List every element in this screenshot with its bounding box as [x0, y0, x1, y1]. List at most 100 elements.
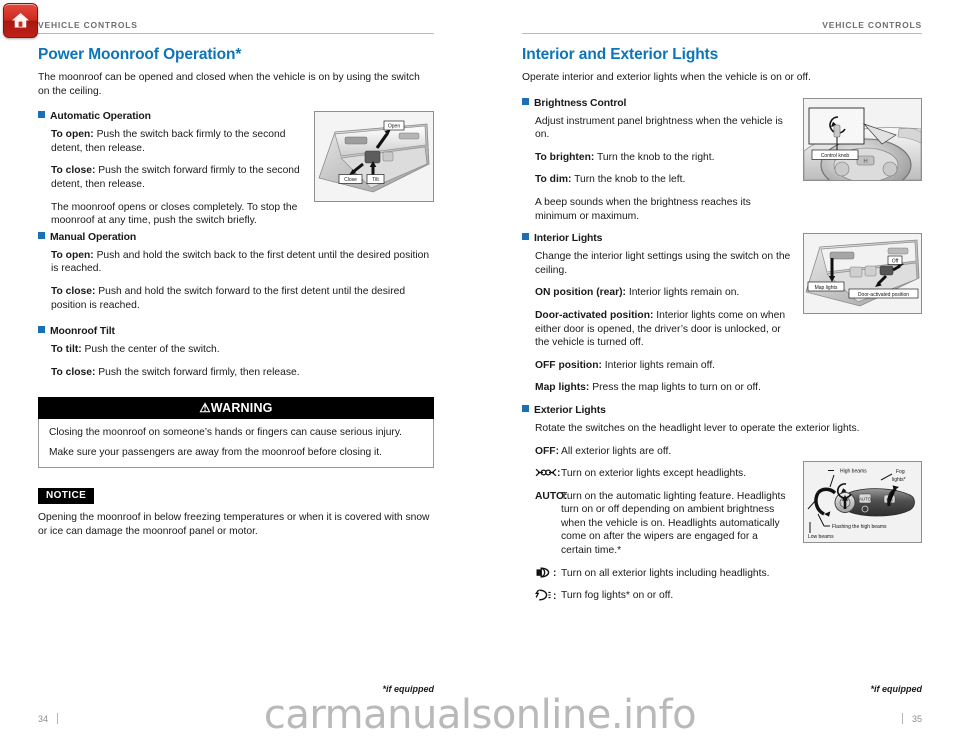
fog-light-icon: :: [534, 589, 561, 604]
running-head-right-text: VEHICLE CONTROLS: [822, 20, 922, 30]
lead-in-label: To brighten:: [535, 151, 595, 163]
paragraph-text: Change the interior light settings using…: [535, 251, 791, 276]
item-text: Turn on the automatic lighting feature. …: [561, 490, 786, 557]
exterior-light-item: OFF: All exterior lights are off.: [535, 445, 791, 459]
header-rule-right: [522, 33, 922, 34]
lead-in-label: To close:: [51, 165, 96, 177]
square-bullet-icon: [38, 231, 45, 239]
paragraph: To tilt: Push the center of the switch.: [51, 343, 434, 357]
headlight-icon: :: [535, 566, 561, 581]
warning-line: Make sure your passengers are away from …: [49, 446, 382, 458]
paragraph-text: A beep sounds when the brightness reache…: [535, 196, 751, 222]
running-head-left-text: VEHICLE CONTROLS: [38, 20, 138, 30]
brightness-control-illustration: H Control knob: [803, 97, 922, 181]
notice-text: Opening the moonroof in below freezing t…: [38, 512, 430, 537]
paragraph: To close: Push and hold the switch forwa…: [51, 285, 434, 312]
moonroof-switch-illustration: Open Close Tilt: [314, 111, 434, 203]
notice-tag: NOTICE: [38, 488, 95, 505]
exterior-lights-block: Exterior Lights Rotate the switches on t…: [522, 404, 922, 604]
subsection-exterior-lights: Exterior Lights: [522, 404, 922, 416]
svg-text:AUTO: AUTO: [859, 496, 872, 501]
paragraph: To dim: Turn the knob to the left.: [535, 173, 791, 187]
svg-text:Tilt: Tilt: [372, 177, 379, 183]
folio-divider: [57, 713, 59, 724]
item-text: Turn fog lights* on or off.: [561, 590, 674, 602]
header-rule-left: [38, 33, 434, 34]
lead-in-label: OFF position:: [535, 359, 602, 371]
square-bullet-icon: [38, 111, 45, 119]
footnote-left: *if equipped: [382, 684, 435, 694]
lead-in-label: To dim:: [535, 174, 572, 186]
svg-text:Low beams: Low beams: [808, 534, 834, 540]
manual-operation-block: Manual Operation To open: Push and hold …: [38, 231, 434, 312]
folio-left: 34: [38, 713, 59, 724]
page-spread: VEHICLE CONTROLS Power Moonroof Operatio…: [0, 0, 960, 738]
page-title-left: Power Moonroof Operation*: [38, 46, 242, 63]
lead-in-label: ON position (rear):: [535, 287, 626, 299]
lead-in-label: To close:: [51, 285, 96, 297]
subsection-manual-operation: Manual Operation: [38, 231, 434, 243]
paragraph-text: The moonroof opens or closes completely.…: [51, 201, 298, 227]
subsection-automatic-operation: Automatic Operation: [38, 111, 302, 122]
paragraph: Rotate the switches on the headlight lev…: [535, 422, 860, 434]
exterior-lights-list-row: OFF: All exterior lights are off.: Turn…: [535, 445, 922, 567]
exterior-light-item: : Turn on all exterior lights including …: [535, 566, 922, 581]
lead-in-label: To tilt:: [51, 344, 82, 356]
notice-box: NOTICE Opening the moonroof in below fre…: [38, 485, 434, 538]
svg-text:Open: Open: [388, 124, 400, 130]
warning-body: Closing the moonroof on someone’s hands …: [38, 419, 434, 469]
page-title-right: Interior and Exterior Lights: [522, 46, 719, 63]
paragraph: OFF position: Interior lights remain off…: [535, 359, 791, 373]
svg-text:Close: Close: [344, 177, 357, 183]
subsection-label: Exterior Lights: [534, 404, 606, 416]
paragraph: ON position (rear): Interior lights rema…: [535, 286, 791, 300]
paragraph-text: Press the map lights to turn on or off.: [589, 382, 761, 394]
exterior-light-item: AUTO: Turn on the automatic lighting fea…: [535, 490, 791, 558]
running-head-right: VEHICLE CONTROLS: [522, 0, 922, 33]
paragraph: To open: Push and hold the switch back t…: [51, 249, 434, 276]
lead-in-label: To close:: [51, 366, 96, 378]
home-icon[interactable]: [3, 3, 38, 38]
paragraph: The moonroof opens or closes completely.…: [51, 201, 302, 228]
auto-label: AUTO:: [535, 490, 567, 504]
automatic-operation-row: Automatic Operation To open: Push the sw…: [38, 111, 434, 228]
svg-text:Flashing the high beams: Flashing the high beams: [832, 524, 887, 530]
intro-paragraph-right: Operate interior and exterior lights whe…: [522, 72, 811, 83]
svg-text:High beams: High beams: [840, 468, 867, 474]
footnote-right: *if equipped: [870, 684, 923, 694]
warning-box: ⚠WARNING Closing the moonroof on someone…: [38, 397, 434, 469]
off-label: OFF:: [535, 445, 561, 459]
lead-in-label: Map lights:: [535, 382, 590, 394]
page-number: 34: [38, 713, 49, 724]
paragraph: A beep sounds when the brightness reache…: [535, 196, 791, 223]
folio-right: 35: [901, 713, 922, 724]
warning-line: Closing the moonroof on someone’s hands …: [49, 427, 402, 439]
paragraph: Map lights: Press the map lights to turn…: [535, 381, 791, 395]
svg-text:Map lights: Map lights: [815, 285, 838, 291]
paragraph: Adjust instrument panel brightness when …: [535, 115, 791, 142]
subsection-brightness-control: Brightness Control: [522, 97, 791, 109]
square-bullet-icon: [522, 233, 529, 241]
svg-text:lights*: lights*: [892, 477, 906, 483]
left-page: VEHICLE CONTROLS Power Moonroof Operatio…: [0, 0, 480, 738]
item-text: Turn on all exterior lights including he…: [561, 567, 770, 579]
svg-text:Fog: Fog: [896, 469, 905, 475]
paragraph-text: Turn the knob to the right.: [594, 151, 715, 163]
paragraph: To brighten: Turn the knob to the right.: [535, 151, 791, 165]
warning-heading-text: WARNING: [210, 401, 273, 416]
subsection-interior-lights: Interior Lights: [522, 233, 791, 244]
paragraph-text: Interior lights remain on.: [625, 287, 740, 299]
right-page: VEHICLE CONTROLS Interior and Exterior L…: [480, 0, 960, 738]
paragraph-text: Push and hold the switch back to the fir…: [51, 249, 430, 275]
item-text: Turn on exterior lights except headlight…: [561, 468, 747, 480]
interior-lights-illustration: Off Map lights Door-activated position: [803, 233, 922, 315]
svg-text:Off: Off: [892, 259, 899, 265]
svg-text:Door-activated position: Door-activated position: [858, 292, 909, 298]
position-lamp-icon: :: [535, 467, 561, 481]
paragraph: To open: Push the switch back firmly to …: [51, 128, 302, 155]
paragraph: Change the interior light settings using…: [535, 250, 791, 277]
intro-paragraph-left: The moonroof can be opened and closed wh…: [38, 72, 420, 97]
paragraph-text: Turn the knob to the left.: [571, 174, 686, 186]
lead-in-label: To open:: [51, 249, 94, 261]
paragraph: To close: Push the switch forward firmly…: [51, 366, 434, 380]
